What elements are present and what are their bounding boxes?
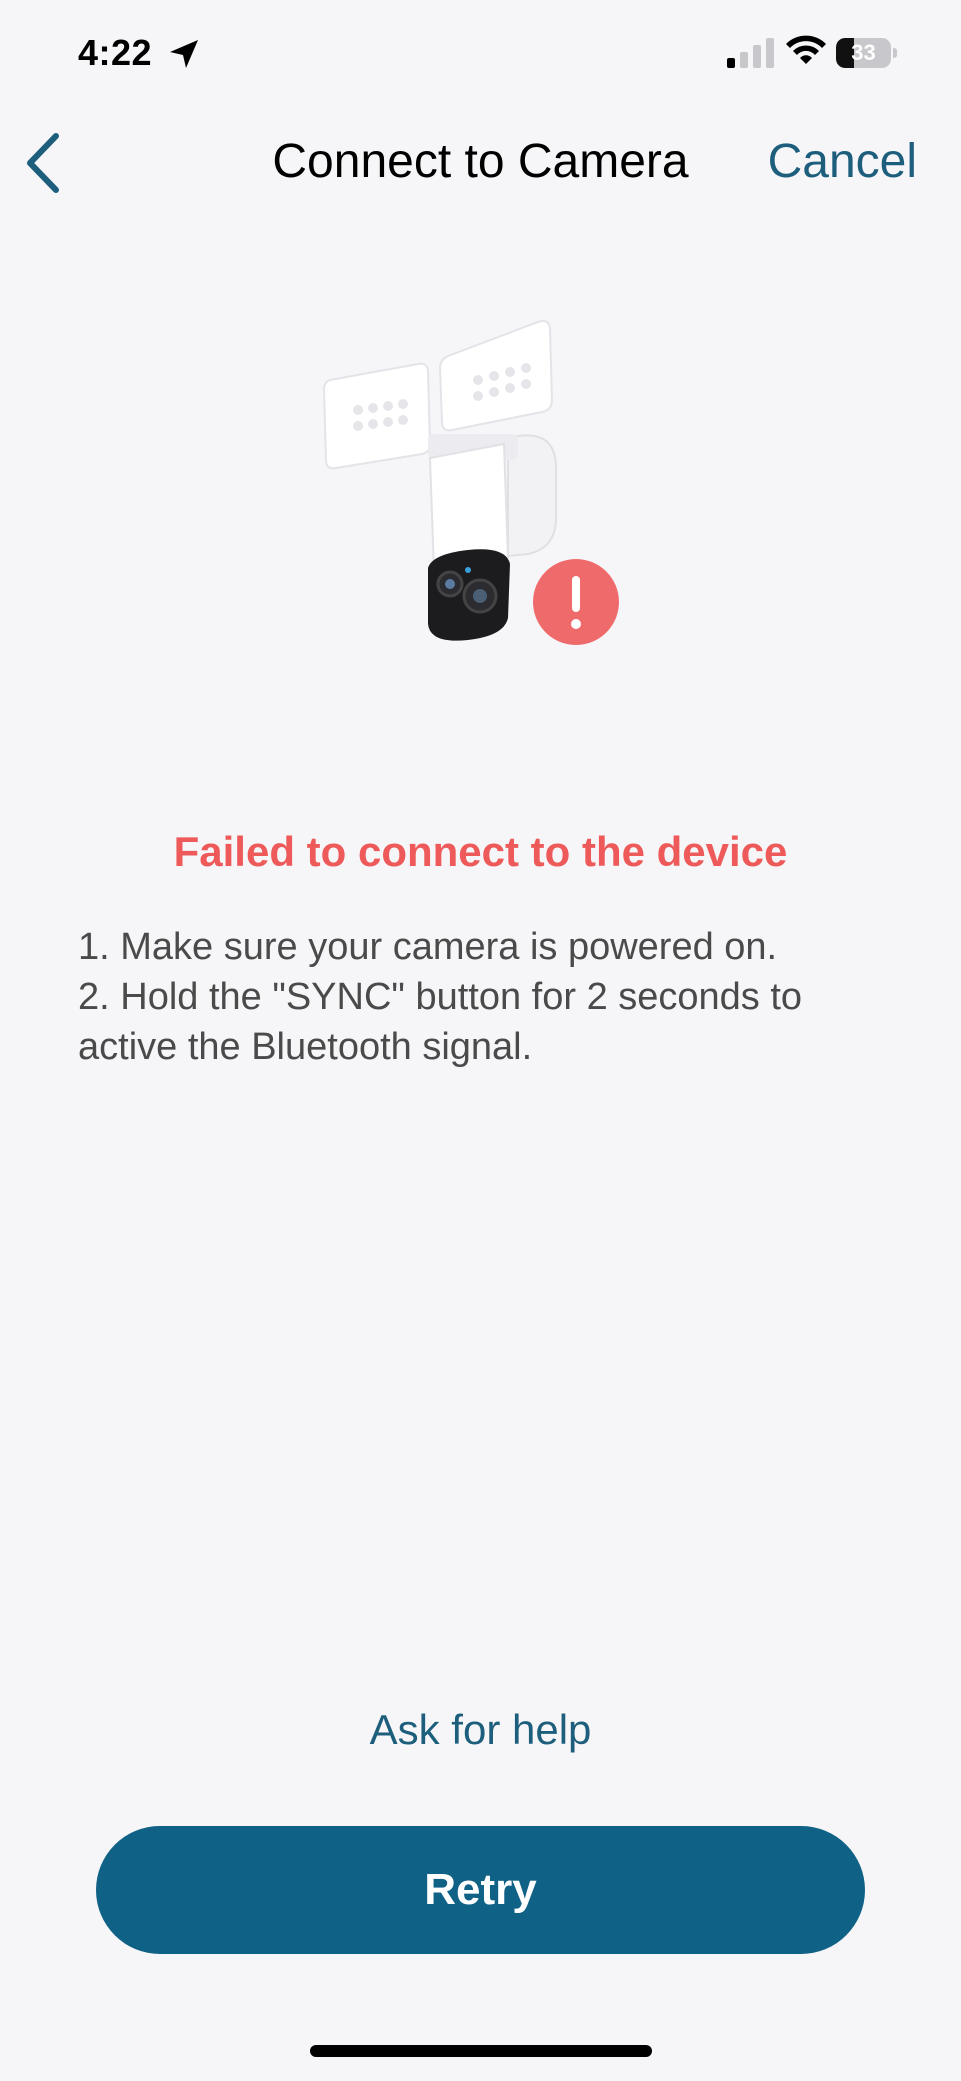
- cancel-button[interactable]: Cancel: [768, 134, 917, 189]
- ask-for-help-link[interactable]: Ask for help: [0, 1706, 961, 1754]
- instruction-step: 2. Hold the "SYNC" button for 2 seconds …: [78, 976, 803, 1068]
- connect-camera-screen: 4:22 33 Connect to Camera Cancel Failed …: [0, 0, 961, 2081]
- status-bar: 4:22 33: [0, 0, 961, 110]
- status-time: 4:22: [78, 32, 153, 73]
- instructions: 1. Make sure your camera is powered on. …: [78, 922, 898, 1072]
- navigation-bar: Connect to Camera Cancel: [0, 110, 961, 210]
- home-indicator: [310, 2045, 652, 2057]
- retry-button[interactable]: Retry: [96, 1826, 865, 1954]
- error-badge: [533, 559, 619, 645]
- exclamation-icon: [571, 576, 581, 629]
- camera-illustration: [322, 320, 619, 645]
- battery-icon: 33: [836, 38, 898, 68]
- battery-level: 33: [851, 40, 876, 65]
- wifi-icon: [786, 35, 826, 64]
- floodlight-camera-image: [322, 320, 557, 641]
- location-arrow-icon: [170, 40, 198, 68]
- cellular-signal-icon: [727, 38, 774, 68]
- error-title: Failed to connect to the device: [173, 828, 788, 875]
- instruction-step: 1. Make sure your camera is powered on.: [78, 926, 778, 968]
